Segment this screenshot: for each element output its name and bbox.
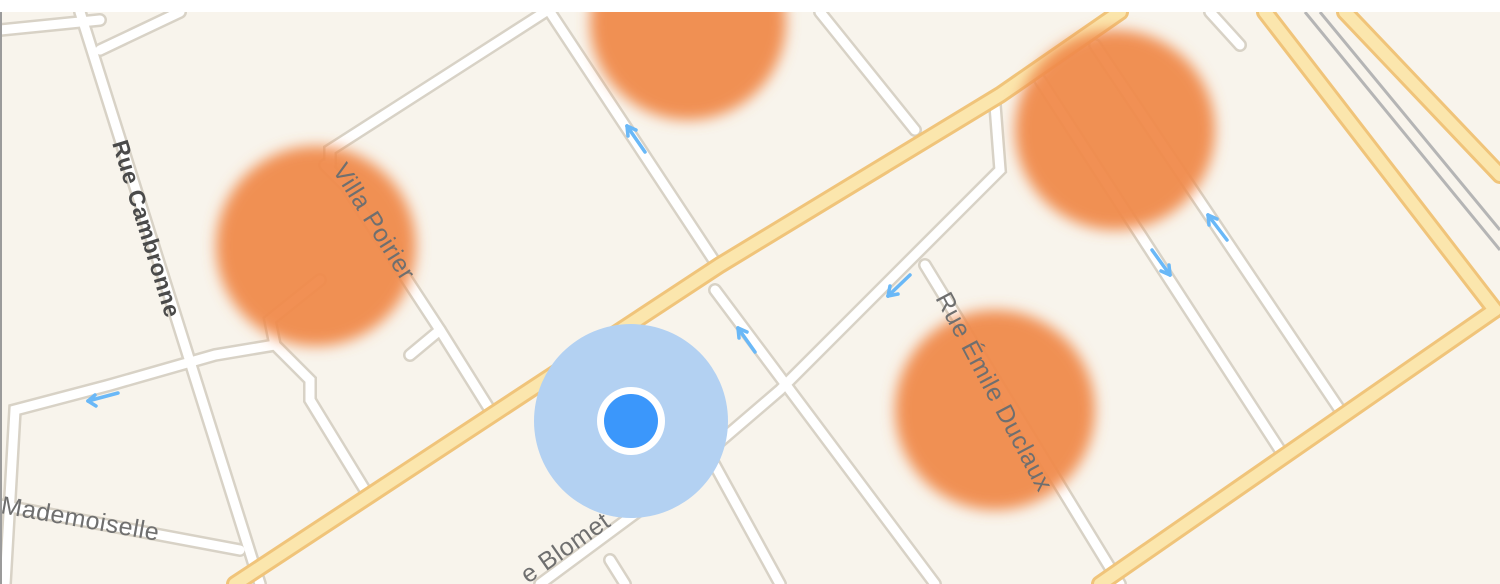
hotspot[interactable] (590, 12, 786, 120)
map-canvas[interactable]: Rue Cambronne Villa Poirier Rue Émile Du… (0, 12, 1500, 584)
street-label-rue-cambronne: Rue Cambronne (107, 137, 186, 321)
hotspot[interactable] (1015, 30, 1215, 230)
location-dot[interactable] (604, 394, 658, 448)
one-way-arrow-icon (86, 391, 120, 408)
map-view[interactable]: Rue Cambronne Villa Poirier Rue Émile Du… (0, 12, 1500, 584)
street-label-mademoiselle: Mademoiselle (0, 491, 162, 546)
railway (1303, 12, 1500, 251)
current-location-icon[interactable] (534, 324, 728, 518)
map-left-border (0, 12, 2, 584)
